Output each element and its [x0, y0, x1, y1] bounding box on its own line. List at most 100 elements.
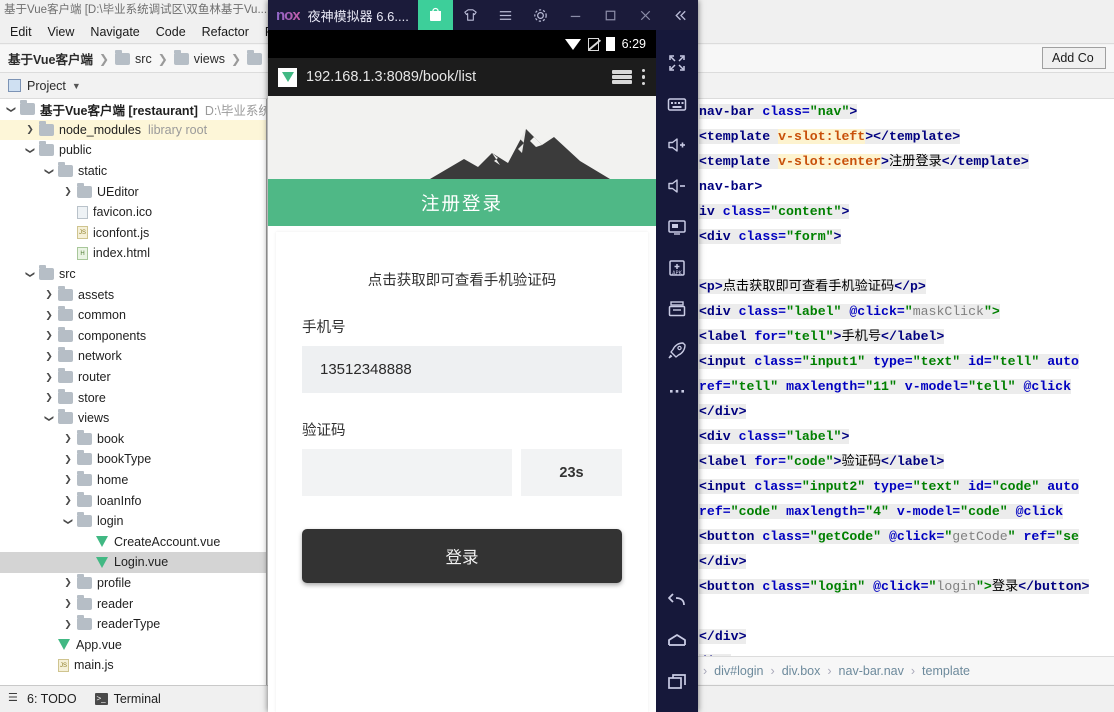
boost-icon[interactable]: [656, 329, 698, 370]
install-apk-icon[interactable]: APK: [656, 247, 698, 288]
menu-item-refactor[interactable]: Refactor: [202, 25, 249, 39]
chevron-down-icon[interactable]: ▼: [72, 81, 81, 91]
nox-titlebar[interactable]: nox 夜神模拟器 6.6....: [268, 0, 698, 30]
tree-item-router[interactable]: router: [0, 367, 266, 388]
tree-item-favicon-ico[interactable]: favicon.ico: [0, 202, 266, 223]
tree-item-ueditor[interactable]: UEditor: [0, 181, 266, 202]
login-button[interactable]: 登录: [302, 529, 622, 583]
tree-item-common[interactable]: common: [0, 305, 266, 326]
shared-folder-icon[interactable]: [656, 288, 698, 329]
chevron-right-icon[interactable]: [61, 495, 75, 506]
code-line[interactable]: <button class="login" @click="login">登录<…: [697, 574, 1114, 599]
code-line[interactable]: [697, 599, 1114, 624]
code-line[interactable]: <p>点击获取即可查看手机验证码</p>: [697, 274, 1114, 299]
status-bar-terminal[interactable]: >_ Terminal: [94, 692, 161, 706]
tree-item-loaninfo[interactable]: loanInfo: [0, 490, 266, 511]
shirt-icon[interactable]: [453, 0, 488, 30]
chevron-right-icon[interactable]: [61, 598, 75, 609]
add-configuration-button[interactable]: Add Co: [1042, 47, 1106, 69]
project-tool-window-button[interactable]: Project ▼: [8, 79, 81, 93]
tabs-icon[interactable]: [612, 70, 632, 84]
tree-item-assets[interactable]: assets: [0, 284, 266, 305]
recents-icon[interactable]: [656, 661, 698, 702]
code-line[interactable]: <div class="form">: [697, 224, 1114, 249]
tree-item-src[interactable]: src: [0, 264, 266, 285]
code-line[interactable]: <div class="label" @click="maskClick">: [697, 299, 1114, 324]
maximize-icon[interactable]: [593, 0, 628, 30]
code-line[interactable]: <button class="getCode" @click= "getCode "…: [697, 524, 1114, 549]
more-icon[interactable]: [656, 370, 698, 411]
editor-breadcrumb-item-div-login[interactable]: div#login: [714, 664, 763, 678]
tree-item-app-vue[interactable]: App.vue: [0, 634, 266, 655]
code-line[interactable]: ref="code" maxlength="4" v-model="code" …: [697, 499, 1114, 524]
tree-item-profile[interactable]: profile: [0, 573, 266, 594]
screenshot-icon[interactable]: [656, 206, 698, 247]
tree-item-node-modules[interactable]: node_modules library root: [0, 119, 266, 141]
chevron-right-icon[interactable]: [42, 330, 56, 341]
close-icon[interactable]: [628, 0, 663, 30]
tree-item-network[interactable]: network: [0, 346, 266, 367]
tree-item-login[interactable]: login: [0, 511, 266, 532]
code-line[interactable]: <input class="input2" type="text" id="co…: [697, 474, 1114, 499]
code-line[interactable]: <template v-slot:left></template>: [697, 124, 1114, 149]
code-line[interactable]: </div>: [697, 549, 1114, 574]
chevron-right-icon[interactable]: [23, 124, 37, 135]
menu-icon[interactable]: [488, 0, 523, 30]
chevron-right-icon[interactable]: [42, 372, 56, 383]
editor-breadcrumb-item-nav-bar[interactable]: nav-bar.nav: [839, 664, 904, 678]
minimize-icon[interactable]: [558, 0, 593, 30]
app-store-icon[interactable]: [418, 0, 453, 30]
code-line[interactable]: <template v-slot:center>注册登录</template>: [697, 149, 1114, 174]
code-input[interactable]: [302, 449, 512, 496]
code-line[interactable]: [697, 249, 1114, 274]
gear-icon[interactable]: [523, 0, 558, 30]
phone-screen[interactable]: 192.168.1.3:8089/book/list 注册登录 点击获取即可查看…: [268, 58, 656, 712]
code-line[interactable]: <input class="input1" type="text" id="te…: [697, 349, 1114, 374]
url-text[interactable]: 192.168.1.3:8089/book/list: [306, 69, 603, 85]
chevron-right-icon[interactable]: [61, 454, 75, 465]
keyboard-icon[interactable]: [656, 83, 698, 124]
tree-item-public[interactable]: public: [0, 140, 266, 161]
tree-item-readertype[interactable]: readerType: [0, 614, 266, 635]
code-line[interactable]: </div>: [697, 399, 1114, 424]
tree-item-book[interactable]: book: [0, 429, 266, 450]
editor-breadcrumb-item-div-box[interactable]: div.box: [782, 664, 821, 678]
chevron-down-icon[interactable]: [4, 104, 18, 115]
project-tree[interactable]: 基于Vue客户端 [restaurant]D:\毕业系统node_modules…: [0, 99, 267, 685]
chevron-right-icon[interactable]: [42, 351, 56, 362]
tree-item-main-js[interactable]: JS main.js: [0, 655, 266, 676]
editor-breadcrumb-item-template[interactable]: template: [922, 664, 970, 678]
code-line[interactable]: nav-bar class="nav">: [697, 99, 1114, 124]
code-editor[interactable]: nav-bar class="nav"> <template v-slot:lef…: [697, 99, 1114, 656]
collapse-icon[interactable]: [663, 0, 698, 30]
menu-item-edit[interactable]: Edit: [10, 25, 32, 39]
breadcrumb-item-views[interactable]: views: [173, 49, 225, 66]
volume-down-icon[interactable]: [656, 165, 698, 206]
tree-item-components[interactable]: components: [0, 326, 266, 347]
chevron-right-icon[interactable]: [61, 577, 75, 588]
get-code-button[interactable]: 23s: [521, 449, 622, 496]
code-line[interactable]: </div>: [697, 624, 1114, 649]
chevron-down-icon[interactable]: [42, 413, 56, 424]
back-icon[interactable]: [656, 579, 698, 620]
tree-item-reader[interactable]: reader: [0, 593, 266, 614]
chevron-down-icon[interactable]: [23, 145, 37, 156]
tree-item-createaccount-vue[interactable]: CreateAccount.vue: [0, 531, 266, 552]
fullscreen-icon[interactable]: [656, 42, 698, 83]
code-line[interactable]: ref="tell" maxlength="11" v-model="tell"…: [697, 374, 1114, 399]
breadcrumb-item-src[interactable]: src: [115, 49, 152, 66]
code-line[interactable]: iv class="content">: [697, 199, 1114, 224]
tree-item-iconfont-js[interactable]: JS iconfont.js: [0, 223, 266, 244]
code-line[interactable]: <div class="label">: [697, 424, 1114, 449]
chevron-down-icon[interactable]: [23, 269, 37, 280]
tree-item-views[interactable]: views: [0, 408, 266, 429]
tree-item-index-html[interactable]: Hindex.html: [0, 243, 266, 264]
status-bar-todo[interactable]: 6: TODO: [8, 691, 77, 706]
tree-item-login-vue[interactable]: Login.vue: [0, 552, 266, 573]
code-line[interactable]: div>: [697, 649, 1114, 656]
chevron-down-icon[interactable]: [61, 516, 75, 527]
menu-item-code[interactable]: Code: [156, 25, 186, 39]
phone-input[interactable]: 13512348888: [302, 346, 622, 393]
volume-up-icon[interactable]: [656, 124, 698, 165]
tree-item--vue-[interactable]: 基于Vue客户端 [restaurant] D:\毕业系统: [0, 99, 266, 120]
